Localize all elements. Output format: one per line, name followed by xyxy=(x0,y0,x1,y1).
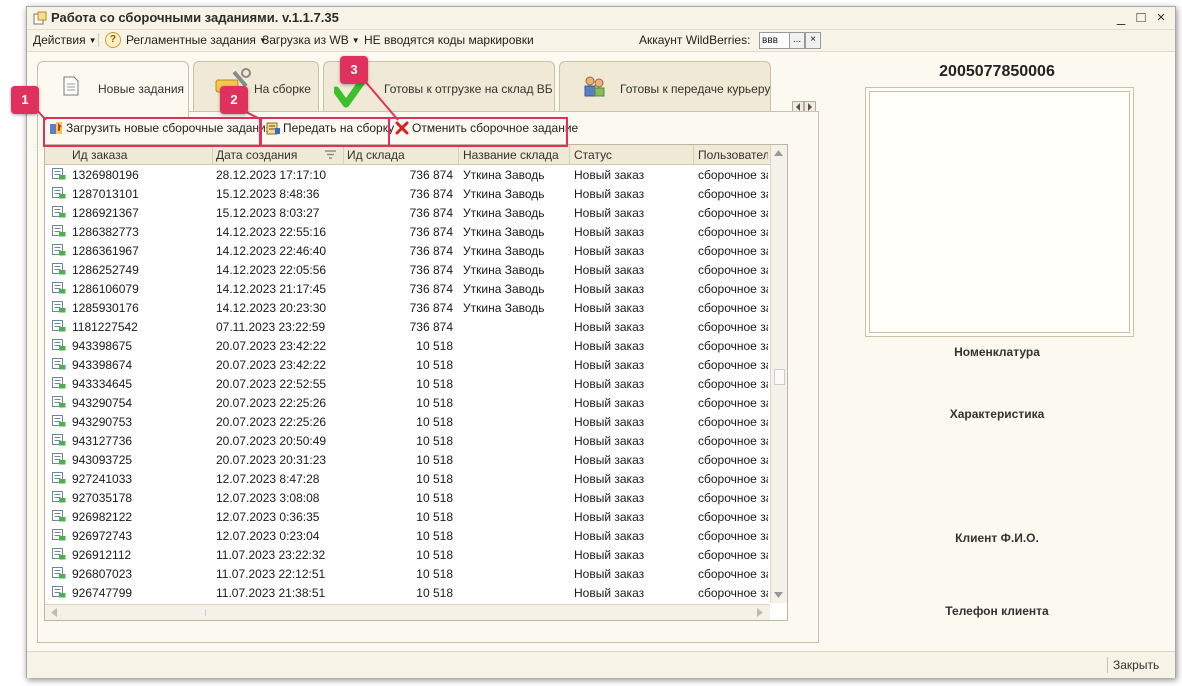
callout-badge-1: 1 xyxy=(11,86,39,114)
callout-badge-2: 2 xyxy=(220,86,248,114)
callout-badge-3: 3 xyxy=(340,56,368,84)
callout-connectors xyxy=(33,79,399,121)
